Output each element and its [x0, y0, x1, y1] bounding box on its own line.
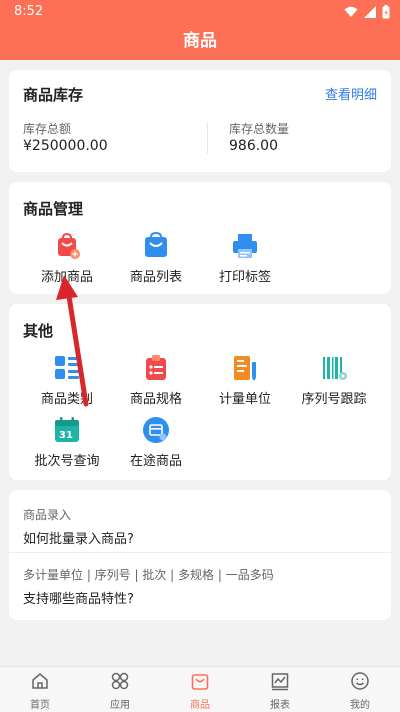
svg-text:31: 31	[59, 430, 73, 441]
wifi-icon	[344, 6, 358, 17]
tab-reports[interactable]: 报表	[240, 671, 320, 711]
signal-icon	[364, 6, 376, 18]
add-product-icon	[53, 232, 81, 260]
printer-icon	[231, 232, 259, 260]
barcode-icon	[320, 354, 348, 382]
status-time: 8:52	[14, 4, 44, 19]
view-details-link[interactable]: 查看明细	[325, 84, 377, 103]
apps-icon	[111, 672, 129, 690]
stock-card: 商品库存 查看明细 库存总额 ¥250000.00 库存总数量 986.00	[9, 70, 391, 172]
status-bar: 8:52	[0, 0, 400, 24]
faq-question-2[interactable]: 支持哪些商品特性?	[23, 588, 134, 607]
total-qty-label: 库存总数量	[229, 122, 290, 136]
stock-title: 商品库存	[23, 86, 84, 104]
tab-products[interactable]: 商品	[160, 671, 240, 711]
faq-question-1[interactable]: 如何批量录入商品?	[23, 528, 134, 547]
batch-query-button[interactable]: 31 批次号查询	[22, 416, 112, 469]
unit-icon	[231, 354, 259, 382]
add-product-button[interactable]: 添加商品	[22, 232, 112, 285]
others-card: 其他 商品类别 商品规格 计量单位 序列号跟踪 31 批次号查询 在途商品	[9, 304, 391, 480]
management-title: 商品管理	[23, 200, 84, 218]
product-tab-icon	[191, 674, 209, 690]
product-list-icon	[142, 231, 170, 260]
profile-icon	[351, 672, 369, 690]
category-icon	[53, 354, 81, 382]
battery-icon	[382, 5, 390, 19]
others-title: 其他	[23, 322, 54, 340]
bottom-tab-bar: 首页 应用 商品 报表 我的	[0, 666, 400, 712]
total-qty-value: 986.00	[229, 138, 278, 154]
home-icon	[32, 673, 48, 689]
divider	[207, 122, 208, 154]
faq-topic-2: 多计量单位 | 序列号 | 批次 | 多规格 | 一品多码	[23, 568, 274, 582]
product-list-button[interactable]: 商品列表	[111, 231, 201, 285]
spec-icon	[142, 354, 170, 382]
product-management-card: 商品管理 添加商品 商品列表 打印标签	[9, 182, 391, 294]
calendar-icon: 31	[53, 416, 81, 444]
category-button[interactable]: 商品类别	[22, 354, 112, 407]
serial-tracking-button[interactable]: 序列号跟踪	[289, 354, 379, 407]
tab-home[interactable]: 首页	[0, 671, 80, 711]
faq-card: 商品录入 如何批量录入商品? 多计量单位 | 序列号 | 批次 | 多规格 | …	[9, 490, 391, 620]
faq-topic-1: 商品录入	[23, 508, 72, 522]
tab-profile[interactable]: 我的	[320, 671, 400, 711]
in-transit-button[interactable]: 在途商品	[111, 416, 201, 469]
spec-button[interactable]: 商品规格	[111, 354, 201, 407]
unit-button[interactable]: 计量单位	[200, 354, 290, 407]
total-amount-value: ¥250000.00	[23, 138, 108, 154]
page-title: 商品	[0, 24, 400, 60]
in-transit-icon	[142, 416, 170, 444]
tab-apps[interactable]: 应用	[80, 671, 160, 711]
report-icon	[271, 673, 289, 691]
divider	[9, 552, 391, 553]
print-label-button[interactable]: 打印标签	[200, 232, 290, 285]
total-amount-label: 库存总额	[23, 122, 72, 136]
